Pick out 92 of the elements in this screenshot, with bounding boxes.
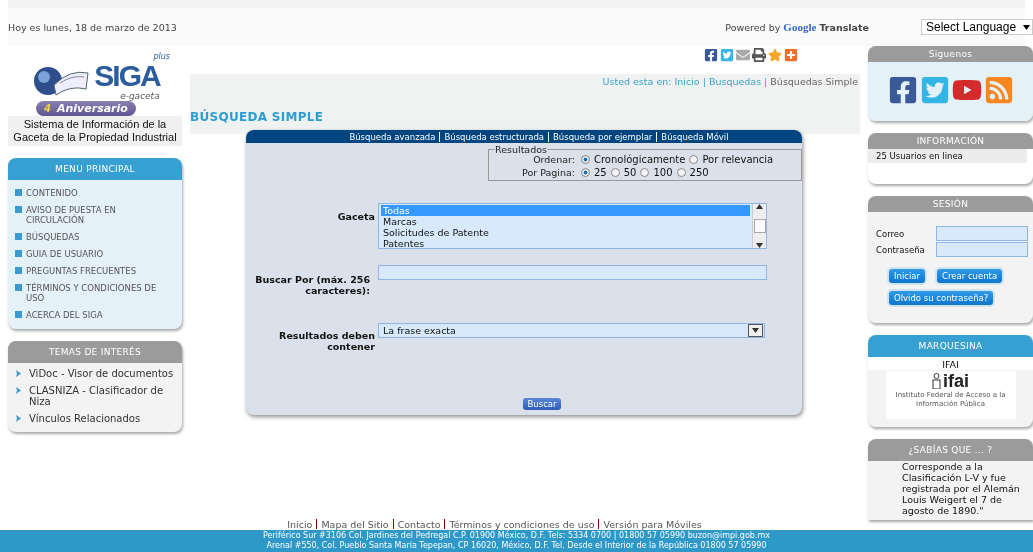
field-label: Correo [876, 228, 906, 239]
list-option[interactable]: Marcas [381, 216, 750, 227]
address-text: Arenal #550, Col. Pueblo Santa María Tepepan, CP 16020, México, D.F. Tel. Desde el Interior de la República 01800 57 05990 [266, 541, 767, 551]
site-caption: Sistema de Información de la Gaceta de la Propiedad Industrial [8, 116, 182, 146]
footer-link[interactable]: Contacto [397, 518, 441, 530]
menu-item[interactable]: ACERCA DEL SIGA [15, 310, 174, 320]
radio-label: 25 [594, 167, 607, 178]
login-button[interactable]: Iniciar [889, 269, 925, 283]
option-label: Ordenar: [532, 154, 575, 165]
menu-item[interactable]: GUIA DE USUARIO [15, 249, 174, 259]
menu-item[interactable]: BÚSQUEDAS [15, 232, 174, 242]
menu-item[interactable]: PREGUNTAS FRECUENTES [15, 266, 174, 276]
printer-icon[interactable] [752, 48, 766, 62]
marquee-item-title: IFAI [868, 357, 1033, 370]
scroll-thumb[interactable] [753, 219, 766, 233]
password-input-field[interactable] [936, 242, 1028, 257]
star-icon[interactable] [768, 48, 782, 62]
breadcrumb-separator: | [764, 76, 768, 87]
page-title: BÚSQUEDA SIMPLE [190, 110, 325, 124]
topic-link[interactable]: Vínculos Relacionados [16, 413, 174, 424]
radio-button[interactable] [610, 168, 620, 177]
topic-link[interactable]: CLASNIZA - Clasificador de Niza [16, 385, 174, 407]
panel-title: MENU PRINCIPAL [8, 158, 182, 180]
panel-title: TEMAS DE INTERÉS [8, 341, 182, 363]
breadcrumb-separator: | [702, 76, 706, 87]
radio-label: 250 [689, 167, 709, 178]
radio-label: 100 [653, 167, 673, 178]
gaceta-listbox[interactable]: Todas Marcas Solicitudes de Patente Patentes [378, 203, 767, 249]
logo-plus-text: plus [153, 52, 170, 61]
footer-link[interactable]: Términos y condiciones de uso [449, 518, 595, 530]
person-icon [932, 373, 941, 389]
footer-link[interactable]: Mapa del Sitio [321, 518, 389, 530]
radio-option[interactable]: Por relevancia [689, 154, 774, 165]
search-tab-link[interactable]: Búsqueda Móvil [661, 131, 729, 142]
footer-link[interactable]: Versión para Móviles [603, 518, 702, 530]
search-tab-link[interactable]: Búsqueda avanzada [349, 131, 436, 142]
logo-name: SIGA [94, 61, 160, 91]
panel-title: SESIÓN [868, 196, 1033, 212]
radio-option[interactable]: 50 [610, 167, 637, 178]
radio-button[interactable] [581, 155, 590, 164]
radio-button[interactable] [581, 168, 590, 177]
radio-button[interactable] [640, 168, 650, 177]
list-option[interactable]: Patentes [381, 238, 750, 249]
language-select[interactable]: Select Language [921, 19, 1033, 35]
topic-link[interactable]: ViDoc - Visor de documentos [16, 368, 174, 379]
chevron-icon [16, 370, 21, 377]
radio-option[interactable]: 100 [640, 167, 673, 178]
chevron-icon [16, 387, 21, 394]
scroll-down-icon[interactable] [752, 328, 759, 333]
panel-title: INFORMACIÓN [868, 133, 1033, 149]
radio-button[interactable] [689, 155, 699, 164]
contain-select[interactable]: La frase exacta [378, 323, 765, 338]
date-text: Hoy es lunes, 18 de marzo de 2013 [8, 21, 178, 33]
field-label: Contraseña [876, 244, 926, 255]
plus-icon[interactable] [784, 48, 798, 62]
caret-icon [1023, 24, 1030, 30]
create-account-button[interactable]: Crear cuenta [937, 269, 1003, 283]
footer-link[interactable]: Inicio [287, 518, 313, 530]
fieldset-legend: Resultados [495, 145, 547, 154]
online-users-text: 25 Usuarios en linea [868, 149, 1027, 163]
address-text: Periférico Sur #3106 Col. Jardines del Pedregal C.P. 01900 México, D.F. Tels: 5334 0700 | 01800 57 05990 buzon@impi.gob.mx [263, 531, 770, 540]
option-label: Por Pagina: [521, 167, 575, 178]
list-option[interactable]: Solicitudes de Patente [381, 227, 750, 238]
panel-title: MARQUESINA [868, 335, 1033, 357]
powered-by-text: Powered by Google Translate [725, 21, 869, 33]
search-input-field[interactable] [378, 265, 767, 280]
scroll-down-icon[interactable] [756, 243, 763, 248]
anniversary-badge: 4 Aniversario [36, 101, 136, 116]
panel-title: Siguenos [868, 46, 1033, 62]
facebook-icon[interactable] [704, 48, 718, 62]
panel-title: ¿SABÍAS QUE ... ? [868, 439, 1033, 461]
forgot-password-button[interactable]: Olvido su contraseña? [889, 291, 994, 305]
chevron-icon [16, 415, 21, 422]
logo-subtitle: e-gaceta [120, 91, 160, 101]
menu-item[interactable]: CONTENIDO [15, 188, 174, 198]
radio-button[interactable] [676, 168, 686, 177]
search-button[interactable]: Buscar [523, 398, 561, 410]
radio-option[interactable]: 25 [581, 167, 607, 178]
radio-label: Por relevancia [702, 154, 774, 165]
field-label: Buscar Por (máx. 256 caracteres): [254, 274, 370, 296]
email-input-field[interactable] [936, 226, 1028, 241]
menu-item[interactable]: TÉRMINOS Y CONDICIONES DE USO [15, 283, 174, 303]
menu-item[interactable]: AVISO DE PUESTA EN CIRCULACIÓN [15, 205, 174, 225]
search-tab-link[interactable]: Búsqueda por ejemplar [553, 131, 653, 142]
field-label: Resultados deben contener [278, 330, 375, 352]
fact-text: Corresponde a la Clasificación L-V y fue registrada por el Alemán Louis Weigert el 7 de agosto de 1890." [901, 461, 1021, 516]
search-tab-link[interactable]: Búsqueda estructurada [444, 131, 544, 142]
radio-label: 50 [623, 167, 637, 178]
field-label: Gaceta [336, 211, 375, 224]
breadcrumb: Usted esta en: Inicio | Busquedas | Búsquedas Simple [601, 75, 859, 87]
radio-option[interactable]: 250 [676, 167, 709, 178]
scroll-up-icon[interactable] [756, 204, 763, 209]
